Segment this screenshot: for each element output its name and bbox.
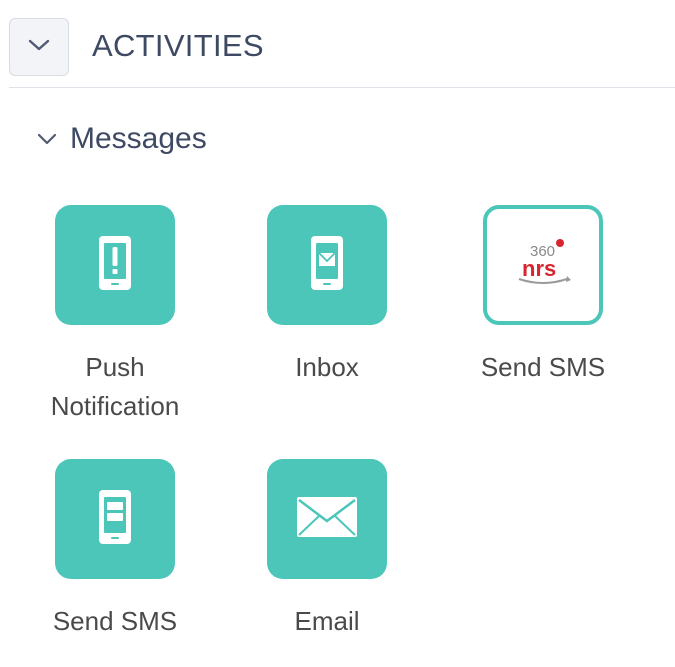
group-title: Messages <box>70 122 207 155</box>
tile-icon-box[interactable] <box>267 205 387 325</box>
messages-group-toggle[interactable]: Messages <box>36 118 207 160</box>
activity-tile-push-notification[interactable]: Push Notification <box>40 205 190 426</box>
svg-text:nrs: nrs <box>522 256 556 281</box>
360nrs-logo-icon: 360 nrs <box>513 237 573 294</box>
phone-envelope-icon <box>309 234 345 297</box>
tile-label: Inbox <box>295 352 359 382</box>
header-divider <box>9 87 675 88</box>
envelope-icon <box>296 496 358 543</box>
tile-label: Email <box>294 606 360 636</box>
tile-icon-box[interactable] <box>267 459 387 579</box>
phone-sms-icon <box>97 488 133 551</box>
activity-tile-send-sms-360nrs[interactable]: 360 nrs Send SMS <box>468 205 618 387</box>
chevron-down-icon <box>36 131 58 147</box>
activity-tile-inbox[interactable]: Inbox <box>252 205 402 387</box>
phone-alert-icon <box>97 234 133 297</box>
chevron-down-icon <box>28 38 50 57</box>
tile-label: Send SMS <box>480 352 606 382</box>
tile-label: Send SMS <box>52 606 178 636</box>
activity-tile-email[interactable]: Email <box>252 459 402 641</box>
tile-icon-box[interactable] <box>55 459 175 579</box>
activities-collapse-button[interactable] <box>9 18 69 76</box>
tile-icon-box[interactable]: 360 nrs <box>483 205 603 325</box>
tile-icon-box[interactable] <box>55 205 175 325</box>
tile-label: Push Notification <box>50 352 180 421</box>
activity-tile-send-sms[interactable]: Send SMS <box>40 459 190 641</box>
section-title: ACTIVITIES <box>92 28 264 63</box>
